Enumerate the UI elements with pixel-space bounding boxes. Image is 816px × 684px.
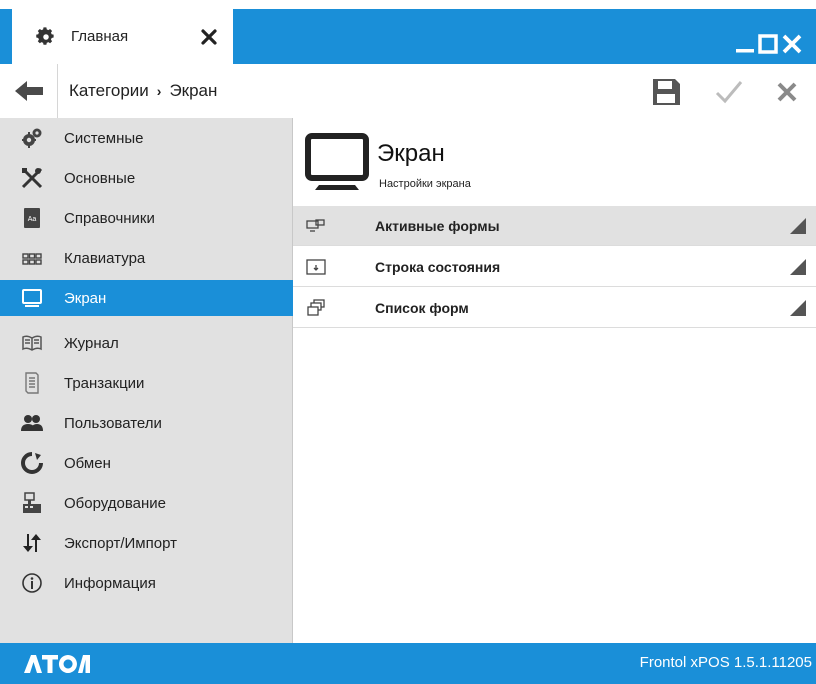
tools-icon bbox=[19, 165, 45, 191]
tab-main[interactable]: Главная bbox=[12, 9, 233, 64]
sidebar-item-label: Журнал bbox=[64, 334, 119, 352]
sidebar-item-users[interactable]: Пользователи bbox=[0, 405, 293, 441]
sidebar-item-info[interactable]: Информация bbox=[0, 565, 293, 601]
sidebar-item-label: Оборудование bbox=[64, 494, 167, 512]
close-x-icon[interactable] bbox=[772, 78, 802, 106]
sidebar-item-label: Транзакции bbox=[64, 374, 145, 392]
sidebar-item-label: Экспорт/Импорт bbox=[64, 534, 177, 552]
svg-text:Aa: Aa bbox=[28, 216, 37, 223]
title-bar-background bbox=[233, 9, 816, 64]
version-label: Frontol xPOS 1.5.1.11205 bbox=[639, 654, 812, 671]
sidebar-item-label: Клавиатура bbox=[64, 249, 146, 267]
sidebar-item-keyboard[interactable]: Клавиатура bbox=[0, 240, 293, 276]
sidebar-item-export-import[interactable]: Экспорт/Импорт bbox=[0, 525, 293, 561]
expand-triangle-icon[interactable] bbox=[789, 299, 807, 317]
sidebar-item-exchange[interactable]: Обмен bbox=[0, 445, 293, 481]
sidebar-item-label: Обмен bbox=[64, 454, 111, 472]
content-panel: Экран Настройки экрана Активные формы Ст… bbox=[293, 118, 816, 643]
maximize-icon[interactable] bbox=[757, 34, 779, 54]
sidebar-item-journal[interactable]: Журнал bbox=[0, 325, 293, 361]
cash-register-icon bbox=[19, 490, 45, 516]
book-icon: Aa bbox=[19, 205, 45, 231]
info-icon bbox=[19, 570, 45, 596]
sidebar-item-label: Экран bbox=[64, 289, 107, 307]
checkmark-icon[interactable] bbox=[714, 78, 744, 106]
sidebar-item-references[interactable]: Aa Справочники bbox=[0, 200, 293, 236]
sidebar-item-label: Информация bbox=[64, 574, 156, 592]
sidebar-item-system[interactable]: Системные bbox=[0, 120, 293, 156]
page-subtitle: Настройки экрана bbox=[379, 178, 471, 190]
sidebar-item-label: Пользователи bbox=[64, 414, 162, 432]
keyboard-icon bbox=[19, 245, 45, 271]
title-bar: Главная bbox=[0, 0, 816, 64]
status-bar-icon bbox=[305, 257, 327, 277]
sidebar-item-label: Системные bbox=[64, 129, 144, 147]
gear-icon bbox=[36, 26, 54, 45]
active-forms-icon bbox=[305, 216, 327, 236]
sidebar-item-basic[interactable]: Основные bbox=[0, 160, 293, 196]
sidebar-item-label: Справочники bbox=[64, 209, 155, 227]
breadcrumb-bar: Категории › Экран bbox=[0, 64, 816, 119]
title-bar-left-strip bbox=[0, 9, 12, 64]
status-footer: Frontol xPOS 1.5.1.11205 bbox=[0, 643, 816, 684]
minimize-icon[interactable] bbox=[734, 34, 756, 54]
users-icon bbox=[19, 410, 45, 436]
forms-list-icon bbox=[305, 298, 327, 318]
sidebar: Системные Основные Aa Справочники Клавиа… bbox=[0, 118, 293, 643]
expand-triangle-icon[interactable] bbox=[789, 217, 807, 235]
back-button[interactable] bbox=[0, 64, 58, 118]
sidebar-item-equipment[interactable]: Оборудование bbox=[0, 485, 293, 521]
monitor-icon bbox=[19, 285, 45, 311]
sidebar-item-screen[interactable]: Экран bbox=[0, 280, 293, 316]
open-book-icon bbox=[19, 330, 45, 356]
setting-row-active-forms[interactable]: Активные формы bbox=[293, 206, 816, 246]
setting-row-label: Активные формы bbox=[375, 217, 500, 234]
tab-close-icon[interactable] bbox=[199, 27, 219, 47]
tab-label: Главная bbox=[71, 28, 129, 45]
refresh-icon bbox=[19, 450, 45, 476]
gears-icon bbox=[19, 125, 45, 151]
setting-row-label: Строка состояния bbox=[375, 258, 501, 275]
breadcrumb: Категории › Экран bbox=[69, 81, 217, 101]
floppy-disk-icon[interactable] bbox=[651, 78, 681, 106]
page-title: Экран bbox=[377, 140, 445, 167]
setting-row-label: Список форм bbox=[375, 299, 469, 316]
setting-row-status-bar[interactable]: Строка состояния bbox=[293, 247, 816, 287]
sidebar-item-transactions[interactable]: Транзакции bbox=[0, 365, 293, 401]
sidebar-item-label: Основные bbox=[64, 169, 136, 187]
monitor-icon bbox=[305, 133, 369, 190]
atol-logo bbox=[24, 654, 90, 673]
breadcrumb-item-categories[interactable]: Категории bbox=[69, 81, 149, 101]
expand-triangle-icon[interactable] bbox=[789, 258, 807, 276]
receipt-icon bbox=[19, 370, 45, 396]
breadcrumb-separator: › bbox=[156, 83, 162, 99]
breadcrumb-item-screen: Экран bbox=[169, 81, 218, 100]
arrow-left-icon bbox=[14, 81, 43, 101]
close-icon[interactable] bbox=[781, 34, 803, 54]
arrows-icon bbox=[19, 530, 45, 556]
setting-row-forms-list[interactable]: Список форм bbox=[293, 288, 816, 328]
